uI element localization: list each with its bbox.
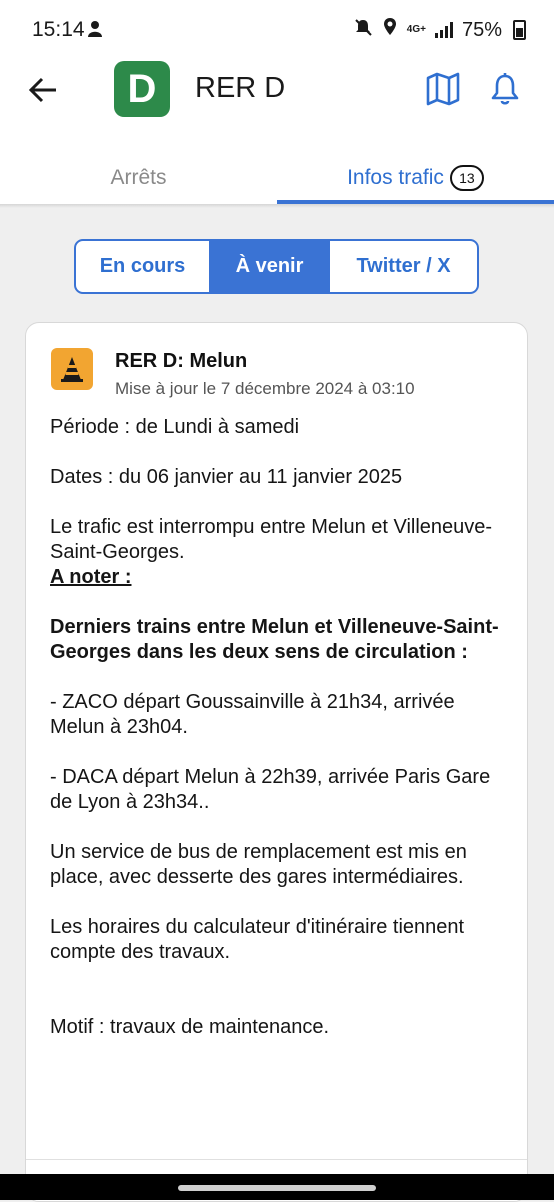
status-time: 15:14	[32, 18, 85, 41]
battery-percent: 75%	[461, 18, 502, 41]
signal-icon	[434, 22, 453, 38]
tab-stops[interactable]: Arrêts	[0, 152, 277, 204]
card-body: Période : de Lundi à samedi Dates : du 0…	[50, 415, 510, 1065]
traffic-info-card[interactable]: RER D: Melun Mise à jour le 7 décembre 2…	[25, 322, 528, 1202]
reason-text: Motif : travaux de maintenance.	[50, 1016, 330, 1038]
bus-service-text: Un service de bus de remplacement est mi…	[50, 841, 467, 888]
segment-upcoming[interactable]: À venir	[211, 241, 328, 292]
note-heading: A noter :	[50, 566, 132, 588]
line-badge: D	[114, 61, 170, 117]
home-gesture-handle[interactable]	[178, 1185, 376, 1191]
dates-text: Dates : du 06 janvier au 11 janvier 2025	[50, 466, 403, 488]
status-bar: 15:14 4G+ 75%	[0, 0, 554, 56]
segment-current[interactable]: En cours	[76, 241, 211, 292]
status-icons: 4G+ 75%	[353, 17, 526, 43]
train-zaco-text: - ZACO départ Goussainville à 21h34, arr…	[50, 691, 455, 738]
traffic-filter-segmented: En cours À venir Twitter / X	[74, 239, 479, 294]
network-type: 4G+	[406, 24, 426, 35]
card-updated-timestamp: Mise à jour le 7 décembre 2024 à 03:10	[115, 379, 415, 398]
notification-icon	[86, 19, 104, 44]
app-bar-shadow	[0, 204, 554, 208]
card-divider	[26, 1159, 527, 1160]
battery-icon	[513, 20, 526, 40]
back-button[interactable]	[22, 70, 66, 110]
map-button[interactable]	[424, 70, 462, 108]
last-trains-heading: Derniers trains entre Melun et Villeneuv…	[50, 616, 499, 663]
traffic-count-badge: 13	[449, 165, 484, 191]
traffic-cone-icon	[51, 348, 93, 390]
tab-stops-label: Arrêts	[110, 166, 167, 189]
tab-traffic-info[interactable]: Infos trafic 13	[277, 152, 554, 204]
period-text: Période : de Lundi à samedi	[50, 416, 300, 438]
train-daca-text: - DACA départ Melun à 22h39, arrivée Par…	[50, 766, 491, 813]
bell-icon	[491, 73, 519, 105]
map-icon	[426, 72, 460, 106]
card-title: RER D: Melun	[115, 350, 248, 372]
mute-icon	[353, 17, 373, 43]
segment-twitter[interactable]: Twitter / X	[328, 241, 477, 292]
system-nav-bar	[0, 1174, 554, 1200]
page-title: RER D	[195, 72, 286, 104]
location-icon	[382, 17, 398, 43]
back-arrow-icon	[28, 77, 56, 103]
tab-traffic-label: Infos trafic	[347, 166, 444, 189]
app-bar: D RER D Arrêts Infos trafic 13	[0, 56, 554, 204]
schedules-text: Les horaires du calculateur d'itinéraire…	[50, 916, 465, 963]
notifications-button[interactable]	[486, 70, 524, 108]
interruption-text: Le trafic est interrompu entre Melun et …	[50, 516, 493, 563]
